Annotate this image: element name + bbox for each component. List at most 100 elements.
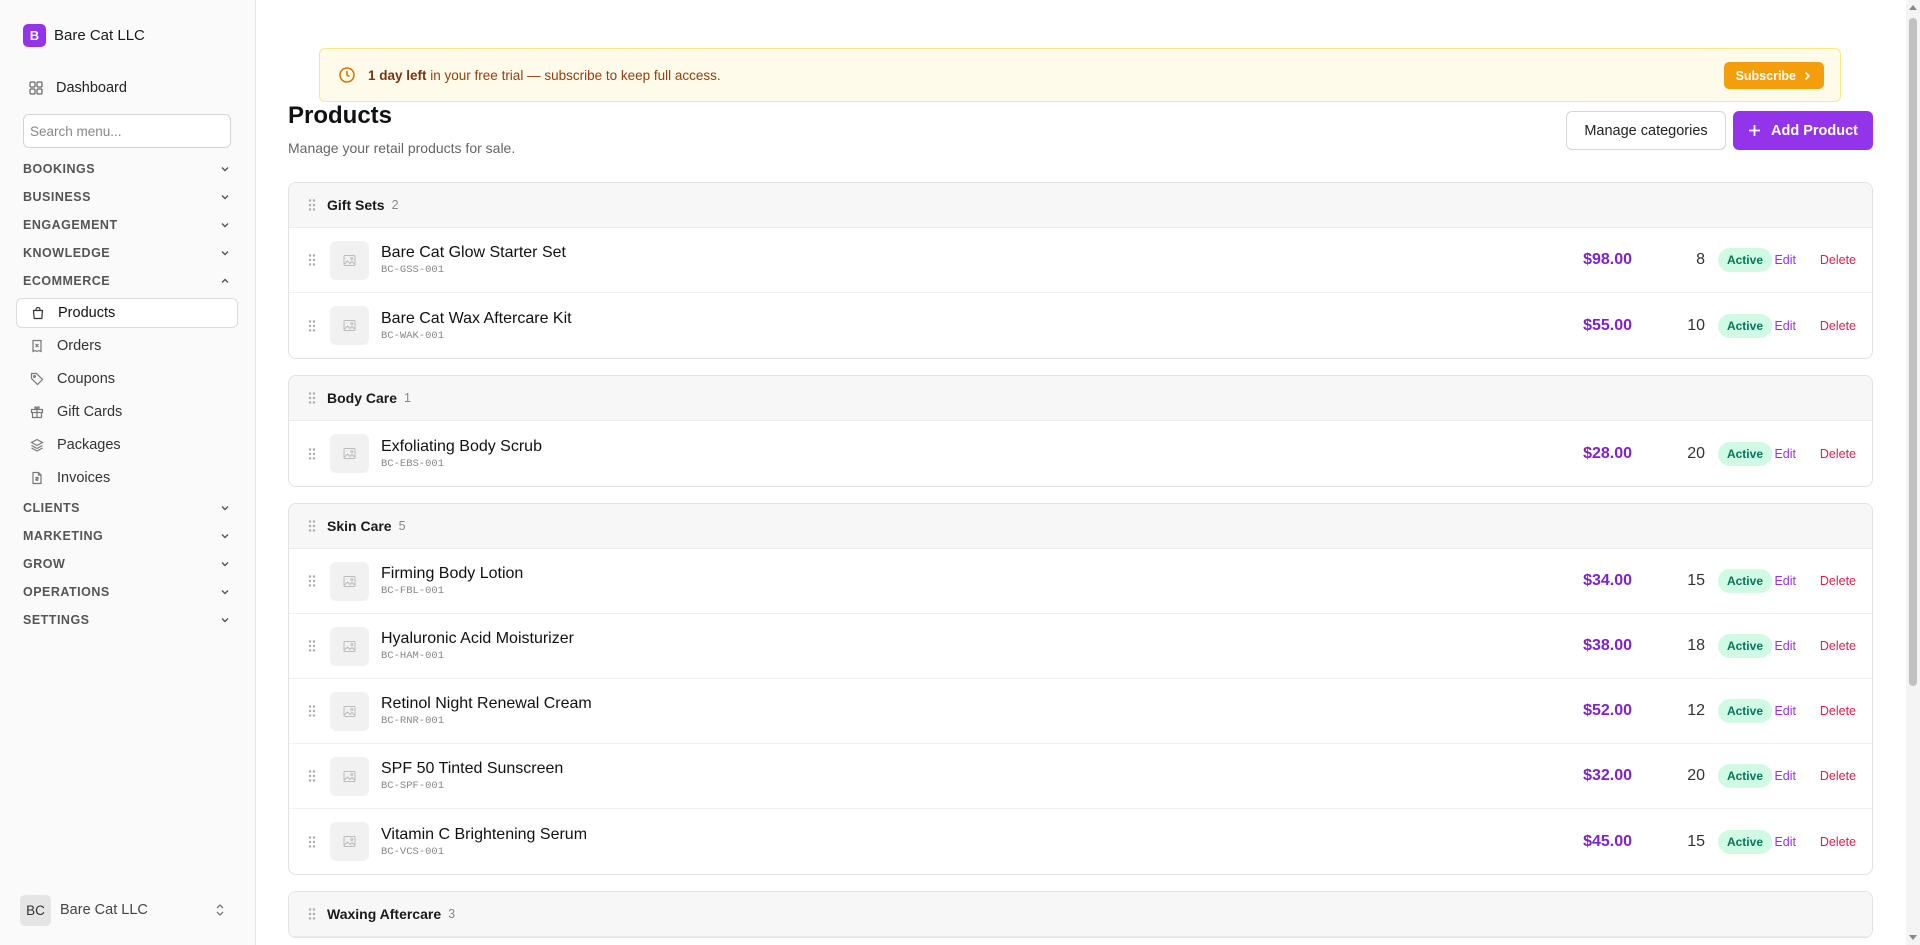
product-name: Bare Cat Glow Starter Set <box>381 244 566 261</box>
product-sku: BC-EBS-001 <box>381 457 445 470</box>
scrollbar-thumb[interactable] <box>1909 18 1917 686</box>
product-sku: BC-HAM-001 <box>381 650 445 662</box>
scroll-down-arrow-icon[interactable] <box>1909 935 1917 941</box>
product-sku: BC-WAK-001 <box>381 329 445 342</box>
status-badge: Active <box>1717 829 1772 854</box>
product-info: SPF 50 Tinted Sunscreen BC-SPF-001 <box>381 760 563 792</box>
section-bookings[interactable]: BOOKINGS <box>23 158 231 180</box>
sidebar-item-invoices[interactable]: Invoices <box>16 463 238 493</box>
product-row: Exfoliating Body Scrub BC-EBS-001 $28.00 20… <box>289 421 1872 486</box>
edit-link[interactable]: Edit <box>1774 769 1796 783</box>
section-label: OPERATIONS <box>23 585 110 599</box>
edit-link[interactable]: Edit <box>1774 704 1796 718</box>
drag-handle-icon[interactable] <box>307 907 317 921</box>
section-marketing[interactable]: MARKETING <box>23 525 231 547</box>
scroll-up-arrow-icon[interactable] <box>1909 4 1917 10</box>
category-header: Body Care 1 <box>289 376 1872 421</box>
scrollbar[interactable] <box>1906 0 1920 945</box>
section-settings[interactable]: SETTINGS <box>23 609 231 631</box>
section-knowledge[interactable]: KNOWLEDGE <box>23 242 231 264</box>
edit-link[interactable]: Edit <box>1774 835 1796 849</box>
shopping-bag-icon <box>32 306 44 320</box>
add-product-label: Add Product <box>1771 122 1858 139</box>
edit-link[interactable]: Edit <box>1774 574 1796 588</box>
product-name: SPF 50 Tinted Sunscreen <box>381 760 564 777</box>
product-sku: BC-RNR-001 <box>381 715 445 727</box>
trial-message-rest: in your free trial — subscribe to keep f… <box>426 67 721 83</box>
drag-handle-icon[interactable] <box>307 639 317 653</box>
section-grow[interactable]: GROW <box>23 553 231 575</box>
sidebar-item-packages[interactable]: Packages <box>16 430 238 460</box>
product-info: Exfoliating Body Scrub BC-EBS-001 <box>381 438 542 470</box>
drag-handle-icon[interactable] <box>307 835 317 849</box>
sidebar-item-products[interactable]: Products <box>16 298 238 328</box>
product-row: Retinol Night Renewal Cream BC-RNR-001 $52… <box>289 679 1872 744</box>
category-header: Gift Sets 2 <box>289 183 1872 228</box>
page-subtitle: Manage your retail products for sale. <box>288 140 516 156</box>
edit-link[interactable]: Edit <box>1774 447 1796 461</box>
search-menu-input[interactable] <box>23 114 231 148</box>
layers-icon <box>30 438 44 452</box>
product-name: Vitamin C Brightening Serum <box>381 825 588 843</box>
drag-handle-icon[interactable] <box>307 704 317 718</box>
drag-handle-icon[interactable] <box>307 319 317 333</box>
chevron-down-icon <box>221 223 229 228</box>
section-label: CLIENTS <box>23 501 80 515</box>
delete-link[interactable]: Delete <box>1820 447 1856 461</box>
sidebar-item-dashboard[interactable]: Dashboard <box>29 80 127 96</box>
add-product-button[interactable]: Add Product <box>1733 111 1873 150</box>
category-name: Waxing Aftercare <box>327 906 442 922</box>
org-name: Bare Cat LLC <box>54 27 145 44</box>
section-engagement[interactable]: ENGAGEMENT <box>23 214 231 236</box>
org-switcher[interactable]: B Bare Cat LLC <box>23 24 145 47</box>
edit-link[interactable]: Edit <box>1774 253 1796 267</box>
section-ecommerce[interactable]: ECOMMERCE <box>23 270 231 292</box>
delete-link[interactable]: Delete <box>1820 253 1856 267</box>
category-name: Gift Sets <box>327 197 385 213</box>
manage-categories-button[interactable]: Manage categories <box>1566 111 1726 150</box>
section-operations[interactable]: OPERATIONS <box>23 581 231 603</box>
image-placeholder-icon <box>343 836 356 847</box>
section-clients[interactable]: CLIENTS <box>23 497 231 519</box>
product-thumbnail <box>330 434 369 473</box>
product-info: Firming Body Lotion BC-FBL-001 <box>381 565 523 597</box>
delete-link[interactable]: Delete <box>1820 639 1856 653</box>
sidebar-item-gift-cards[interactable]: Gift Cards <box>16 397 238 427</box>
delete-link[interactable]: Delete <box>1820 574 1856 588</box>
drag-handle-icon[interactable] <box>307 574 317 588</box>
category-header: Skin Care 5 <box>289 504 1872 549</box>
org-logo: B <box>23 24 46 47</box>
drag-handle-icon[interactable] <box>307 391 317 405</box>
drag-handle-icon[interactable] <box>307 519 317 533</box>
sidebar-item-coupons[interactable]: Coupons <box>16 364 238 394</box>
chevron-right-icon <box>1804 71 1811 80</box>
edit-link[interactable]: Edit <box>1774 319 1796 333</box>
drag-handle-icon[interactable] <box>307 769 317 783</box>
delete-link[interactable]: Delete <box>1820 704 1856 718</box>
subscribe-button[interactable]: Subscribe <box>1723 62 1824 89</box>
product-category-group: Body Care 1 Exfoliating Body Scrub BC-EBS-0… <box>288 375 1873 487</box>
product-stock: 15 <box>1687 572 1705 589</box>
edit-link[interactable]: Edit <box>1774 639 1796 653</box>
drag-handle-icon[interactable] <box>307 198 317 212</box>
image-placeholder-icon <box>343 448 356 459</box>
tag-icon <box>30 372 44 386</box>
chevrons-up-down-icon <box>216 904 224 916</box>
user-menu[interactable]: BC Bare Cat LLC <box>20 894 226 926</box>
product-stock: 15 <box>1687 832 1705 850</box>
product-thumbnail <box>330 691 369 731</box>
delete-link[interactable]: Delete <box>1820 769 1856 783</box>
drag-handle-icon[interactable] <box>307 253 317 267</box>
delete-link[interactable]: Delete <box>1820 835 1856 849</box>
section-business[interactable]: BUSINESS <box>23 186 231 208</box>
sidebar-item-label: Coupons <box>57 371 116 387</box>
delete-link[interactable]: Delete <box>1820 319 1856 333</box>
sidebar: B Bare Cat LLC Dashboard BOOKINGS BUSINE… <box>0 0 256 945</box>
sidebar-item-orders[interactable]: Orders <box>16 331 238 361</box>
category-name: Skin Care <box>327 518 392 534</box>
section-label: GROW <box>23 557 66 571</box>
drag-handle-icon[interactable] <box>307 447 317 461</box>
plus-icon <box>1749 125 1760 136</box>
product-sku: BC-FBL-001 <box>381 585 445 597</box>
product-stock: 12 <box>1687 702 1705 719</box>
